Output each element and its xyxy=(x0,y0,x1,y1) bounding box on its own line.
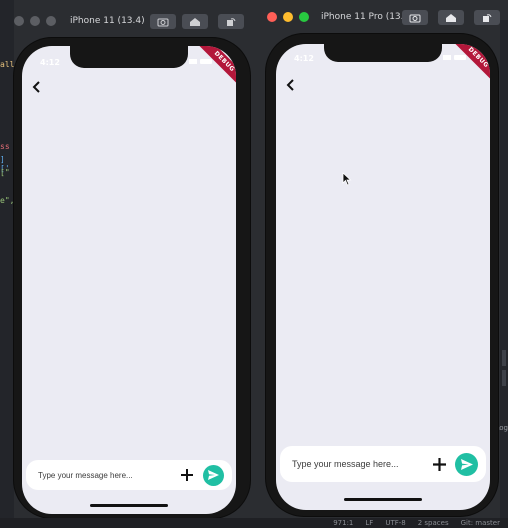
debug-banner: DEBUG xyxy=(452,44,490,84)
device-notch xyxy=(70,46,188,68)
mouse-cursor-icon xyxy=(342,172,352,186)
message-composer xyxy=(26,460,232,490)
message-composer xyxy=(280,446,486,482)
scroll-thumb[interactable] xyxy=(502,370,506,386)
chevron-left-icon xyxy=(286,79,294,91)
wifi-icon xyxy=(189,59,197,64)
rotate-button[interactable] xyxy=(218,14,244,29)
status-time: 4:12 xyxy=(294,54,314,63)
status-time: 4:12 xyxy=(40,58,60,67)
simulator-window-2: iPhone 11 Pro (13.4) 4:12 DEBUG xyxy=(262,6,502,516)
minimize-button[interactable] xyxy=(283,12,293,22)
cursor-position[interactable]: 971:1 xyxy=(333,519,353,527)
close-button[interactable] xyxy=(267,12,277,22)
home-button[interactable] xyxy=(438,10,464,25)
git-branch[interactable]: Git: master xyxy=(461,519,500,527)
indentation[interactable]: 2 spaces xyxy=(418,519,449,527)
paper-plane-icon xyxy=(460,458,473,470)
paper-plane-icon xyxy=(208,470,219,480)
iphone-frame: 4:12 DEBUG xyxy=(266,34,498,516)
camera-icon xyxy=(157,18,169,26)
simulator-titlebar: iPhone 11 Pro (13.4) xyxy=(262,6,502,28)
window-controls xyxy=(267,12,309,22)
app-screen: 4:12 DEBUG xyxy=(22,46,236,514)
rotate-button[interactable] xyxy=(474,10,500,25)
simulator-title: iPhone 11 (13.4) xyxy=(70,16,145,26)
editor-status-bar: 971:1 LF UTF-8 2 spaces Git: master xyxy=(0,518,508,528)
rotate-icon xyxy=(227,17,236,26)
screenshot-button[interactable] xyxy=(150,14,176,29)
screenshot-button[interactable] xyxy=(402,10,428,25)
status-icons xyxy=(443,55,466,60)
home-button[interactable] xyxy=(182,14,208,29)
battery-icon xyxy=(454,55,466,60)
plus-icon xyxy=(432,457,446,471)
minimize-button[interactable] xyxy=(30,16,40,26)
home-icon xyxy=(446,13,456,22)
close-button[interactable] xyxy=(14,16,24,26)
send-button[interactable] xyxy=(203,464,224,486)
attach-button[interactable] xyxy=(179,467,195,483)
scroll-thumb[interactable] xyxy=(502,350,506,366)
plus-icon xyxy=(181,469,193,481)
zoom-button[interactable] xyxy=(299,12,309,22)
home-indicator xyxy=(90,504,168,507)
home-indicator xyxy=(344,498,422,501)
status-icons xyxy=(189,59,212,64)
iphone-frame: 4:12 DEBUG xyxy=(14,38,250,518)
simulator-title: iPhone 11 Pro (13.4) xyxy=(321,12,413,22)
back-button[interactable] xyxy=(30,80,44,94)
back-button[interactable] xyxy=(284,78,298,92)
rotate-icon xyxy=(483,13,492,22)
window-controls xyxy=(14,16,56,26)
debug-banner: DEBUG xyxy=(198,46,236,88)
wifi-icon xyxy=(443,55,451,60)
simulator-window-1: iPhone 11 (13.4) 4:12 DEBUG xyxy=(8,10,260,518)
home-icon xyxy=(190,17,200,26)
battery-icon xyxy=(200,59,212,64)
send-button[interactable] xyxy=(455,452,478,476)
zoom-button[interactable] xyxy=(46,16,56,26)
simulator-titlebar: iPhone 11 (13.4) xyxy=(8,10,260,32)
camera-icon xyxy=(409,14,421,22)
message-input[interactable] xyxy=(280,458,431,470)
chevron-left-icon xyxy=(32,81,40,93)
device-notch xyxy=(324,44,442,62)
attach-button[interactable] xyxy=(431,456,447,472)
message-input[interactable] xyxy=(26,469,179,481)
line-ending[interactable]: LF xyxy=(365,519,373,527)
app-screen: 4:12 DEBUG xyxy=(276,44,490,510)
encoding[interactable]: UTF-8 xyxy=(385,519,405,527)
